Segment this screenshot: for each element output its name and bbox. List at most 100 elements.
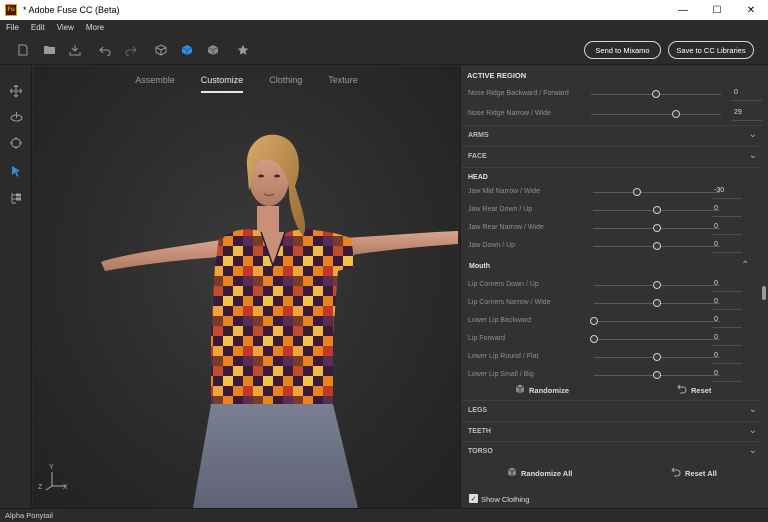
slider-value-field[interactable]: 0 xyxy=(714,352,718,359)
slider-value-field[interactable]: 0 xyxy=(714,316,718,323)
mouth-row: Lip Forward 0 xyxy=(461,330,761,348)
randomize-button[interactable]: Randomize xyxy=(515,384,569,397)
slider-label: Lower Lip Small / Big xyxy=(468,371,534,378)
slider-handle[interactable] xyxy=(671,110,680,118)
slider-track[interactable] xyxy=(594,321,720,322)
show-clothing-label: Show Clothing xyxy=(481,495,530,504)
slider-value-field[interactable]: 0 xyxy=(714,334,718,341)
value-underline xyxy=(712,291,742,292)
panel-scrollbar[interactable] xyxy=(762,286,766,300)
slider-track[interactable] xyxy=(594,339,720,340)
section-arms[interactable]: ARMS ⌄ xyxy=(461,125,761,145)
slider-handle[interactable] xyxy=(652,242,661,250)
chevron-down-icon: ⌄ xyxy=(748,150,757,161)
slider-value-field[interactable]: 0 xyxy=(714,241,718,248)
open-folder-icon[interactable] xyxy=(36,37,62,63)
cube-solid-icon[interactable] xyxy=(174,37,200,63)
section-arms-label: ARMS xyxy=(468,132,489,139)
focus-target-icon[interactable] xyxy=(8,135,24,151)
section-face[interactable]: FACE ⌄ xyxy=(461,146,761,166)
tab-clothing[interactable]: Clothing xyxy=(256,66,315,94)
chevron-down-icon: ⌄ xyxy=(748,404,757,415)
chevron-up-icon[interactable]: ⌃ xyxy=(741,260,764,271)
axis-z-label: Z xyxy=(38,484,43,491)
section-legs[interactable]: LEGS ⌄ xyxy=(461,400,761,420)
slider-handle[interactable] xyxy=(652,90,660,98)
close-button[interactable]: ✕ xyxy=(734,0,768,20)
reset-all-button[interactable]: Reset All xyxy=(671,467,717,480)
slider-label: Jaw Rear Down / Up xyxy=(468,206,533,213)
new-file-icon[interactable] xyxy=(10,37,36,63)
slider-label: Nose Ridge Backward / Forward xyxy=(468,90,569,97)
send-to-mixamo-button[interactable]: Send to Mixamo xyxy=(584,41,661,59)
menu-view[interactable]: View xyxy=(51,23,80,32)
slider-handle[interactable] xyxy=(653,371,661,379)
title-bar: Fu * Adobe Fuse CC (Beta) — ☐ ✕ xyxy=(0,0,768,20)
value-underline xyxy=(732,120,762,121)
slider-handle[interactable] xyxy=(590,335,598,343)
redo-icon[interactable] xyxy=(118,37,144,63)
slider-value-field[interactable]: 29 xyxy=(734,109,742,116)
slider-handle[interactable] xyxy=(653,281,661,289)
head-row: Jaw Mid Narrow / Wide -30 xyxy=(461,183,761,201)
reset-button[interactable]: Reset xyxy=(677,384,711,397)
randomize-label: Randomize xyxy=(529,386,570,395)
slider-handle[interactable] xyxy=(652,206,661,214)
slider-value-field[interactable]: 0 xyxy=(714,205,718,212)
select-arrow-icon[interactable] xyxy=(8,163,24,179)
active-region-row: Nose Ridge Narrow / Wide 29 xyxy=(461,105,762,123)
slider-handle[interactable] xyxy=(633,188,642,196)
hierarchy-icon[interactable] xyxy=(8,190,24,206)
slider-handle[interactable] xyxy=(653,299,661,307)
slider-handle[interactable] xyxy=(653,353,661,361)
tab-assemble[interactable]: Assemble xyxy=(122,66,188,94)
tab-texture[interactable]: Texture xyxy=(315,66,371,94)
slider-handle[interactable] xyxy=(590,317,598,325)
tab-customize[interactable]: Customize xyxy=(188,66,257,94)
slider-track[interactable] xyxy=(593,192,720,193)
undo-icon[interactable] xyxy=(92,37,118,63)
active-region-title: ACTIVE REGION xyxy=(467,71,527,80)
slider-value-field[interactable]: -30 xyxy=(714,187,724,194)
value-underline xyxy=(712,381,742,382)
menu-more[interactable]: More xyxy=(80,23,110,32)
window-title: * Adobe Fuse CC (Beta) xyxy=(23,5,120,15)
slider-value-field[interactable]: 0 xyxy=(714,223,718,230)
slider-value-field[interactable]: 0 xyxy=(714,370,718,377)
randomize-all-button[interactable]: Randomize All xyxy=(507,467,572,480)
slider-value-field[interactable]: 0 xyxy=(734,89,738,96)
cube-shaded-icon[interactable] xyxy=(200,37,226,63)
cube-outline-icon[interactable] xyxy=(148,37,174,63)
head-row: Jaw Rear Narrow / Wide 0 xyxy=(461,219,761,237)
chevron-down-icon: ⌄ xyxy=(748,425,757,436)
active-region-row: Nose Ridge Backward / Forward 0 xyxy=(461,85,762,103)
slider-value-field[interactable]: 0 xyxy=(714,298,718,305)
maximize-button[interactable]: ☐ xyxy=(700,0,734,20)
slider-value-field[interactable]: 0 xyxy=(714,280,718,287)
slider-label: Lower Lip Backward xyxy=(468,317,532,324)
minimize-button[interactable]: — xyxy=(666,0,700,20)
slider-track[interactable] xyxy=(591,114,721,115)
star-icon[interactable] xyxy=(230,37,256,63)
slider-label: Lip Forward xyxy=(468,335,505,342)
head-row: Jaw Down / Up 0 xyxy=(461,237,761,255)
orbit-icon[interactable] xyxy=(8,83,24,99)
mouth-row: Lower Lip Backward 0 xyxy=(461,312,761,330)
mouth-row: Lip Corners Narrow / Wide 0 xyxy=(461,294,761,312)
section-torso[interactable]: TORSO ⌄ xyxy=(461,441,761,461)
dice-icon xyxy=(507,467,517,480)
import-icon[interactable] xyxy=(62,37,88,63)
menu-file[interactable]: File xyxy=(0,23,25,32)
show-clothing-checkbox[interactable]: ✓ xyxy=(469,494,478,503)
menu-edit[interactable]: Edit xyxy=(25,23,51,32)
slider-handle[interactable] xyxy=(652,224,661,232)
left-tool-rail xyxy=(0,66,32,508)
3d-viewport[interactable]: Assemble Customize Clothing Texture Y Z … xyxy=(33,66,460,508)
rotate-icon[interactable] xyxy=(8,109,24,125)
save-to-cc-libraries-button[interactable]: Save to CC Libraries xyxy=(668,41,754,59)
character-model[interactable] xyxy=(33,66,460,508)
reset-all-label: Reset All xyxy=(685,469,717,478)
mode-tabs: Assemble Customize Clothing Texture xyxy=(33,66,460,94)
randomize-all-label: Randomize All xyxy=(521,469,573,478)
section-teeth[interactable]: TEETH ⌄ xyxy=(461,421,761,441)
